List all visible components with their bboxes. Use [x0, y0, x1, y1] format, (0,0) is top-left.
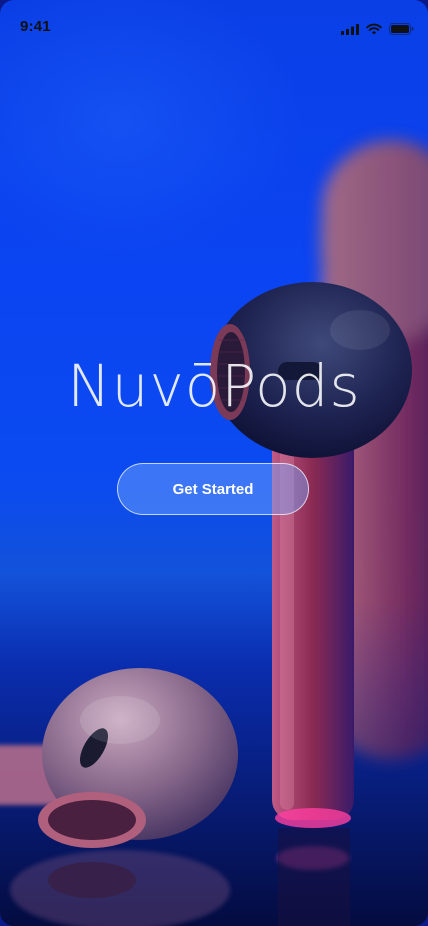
brand-title: NuvōPods: [67, 352, 361, 420]
status-time: 9:41: [20, 18, 51, 35]
battery-icon: [389, 23, 414, 35]
signal-icon: [341, 23, 359, 35]
welcome-screen: 9:41 NuvōPods Get Started: [0, 0, 428, 926]
status-icons: [341, 22, 414, 36]
wifi-icon: [366, 23, 382, 35]
status-bar: 9:41: [0, 0, 428, 44]
get-started-button[interactable]: Get Started: [117, 463, 309, 515]
